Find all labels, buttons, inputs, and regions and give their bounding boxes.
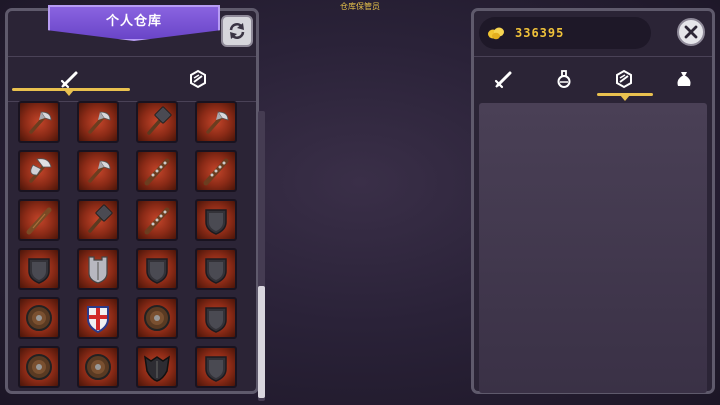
tab-weapons[interactable] [474, 57, 534, 101]
round-shield-icon [85, 354, 111, 380]
hammer-icon [88, 204, 113, 233]
winged-shield-icon [144, 355, 170, 382]
item-slot[interactable] [195, 346, 237, 388]
item-slot[interactable] [195, 101, 237, 143]
round-shield-icon [26, 305, 52, 331]
item-slot[interactable] [18, 346, 60, 388]
scroll-thumb[interactable] [258, 286, 265, 398]
category-tabs [8, 56, 256, 102]
item-slot[interactable] [136, 297, 178, 339]
active-tab-caret [620, 95, 630, 101]
bag-icon [677, 72, 691, 86]
item-slot[interactable] [18, 150, 60, 192]
shield-icon [205, 209, 227, 235]
spiked-club-icon [203, 158, 229, 186]
scrollbar[interactable] [258, 111, 265, 401]
armor-icon [190, 69, 206, 89]
item-slot[interactable] [77, 297, 119, 339]
item-slot[interactable] [195, 150, 237, 192]
cross-shield-icon [87, 306, 109, 334]
tower-shield-icon [88, 256, 108, 284]
shield-icon [205, 356, 227, 382]
storage-title: 个人仓库 [105, 13, 162, 29]
axe-icon [29, 111, 52, 134]
tab-bag[interactable] [654, 57, 714, 101]
gold-display: 336395 [479, 17, 651, 49]
storage-header: 个人仓库 [8, 5, 256, 56]
double-axe-icon [29, 158, 52, 183]
item-slot[interactable] [136, 199, 178, 241]
item-slot[interactable] [77, 199, 119, 241]
personal-storage-panel: 个人仓库 [5, 5, 265, 401]
item-slot[interactable] [18, 297, 60, 339]
gold-amount: 336395 [515, 26, 565, 40]
axe-icon [88, 160, 111, 183]
tab-potions[interactable] [534, 57, 594, 101]
title-banner: 个人仓库 [48, 5, 220, 41]
round-shield-icon [26, 354, 52, 380]
item-slot[interactable] [77, 101, 119, 143]
item-slot[interactable] [195, 199, 237, 241]
club-icon [26, 207, 52, 235]
tab-armor[interactable] [168, 57, 228, 101]
shield-icon [205, 307, 227, 333]
item-slot[interactable] [18, 248, 60, 290]
hammer-icon [147, 106, 172, 135]
item-slot[interactable] [136, 150, 178, 192]
sword-icon [60, 71, 78, 89]
item-slot[interactable] [18, 199, 60, 241]
round-shield-icon [144, 305, 170, 331]
item-slot[interactable] [77, 150, 119, 192]
spiked-club-icon [144, 207, 170, 235]
item-slot[interactable] [18, 101, 60, 143]
shield-icon [146, 258, 168, 284]
armor-icon [616, 69, 632, 89]
axe-icon [88, 111, 111, 134]
item-slot[interactable] [77, 248, 119, 290]
backpack-tabs [474, 56, 714, 101]
active-tab-caret [64, 90, 74, 96]
shield-icon [28, 258, 50, 284]
potion-icon [557, 70, 571, 88]
item-slot[interactable] [136, 101, 178, 143]
spiked-club-icon [144, 158, 170, 186]
item-slot[interactable] [136, 248, 178, 290]
item-slot[interactable] [195, 297, 237, 339]
refresh-icon [229, 23, 245, 39]
close-button[interactable] [677, 18, 705, 46]
backpack-item-area[interactable] [479, 103, 707, 393]
gold-coins-icon [488, 27, 504, 40]
close-icon [684, 25, 698, 39]
backpack-panel: 336395 [471, 8, 715, 394]
item-slot[interactable] [136, 346, 178, 388]
shield-icon [205, 258, 227, 284]
refresh-button[interactable] [221, 15, 253, 47]
axe-icon [206, 111, 229, 134]
sword-icon [494, 71, 512, 89]
item-grid-scroll[interactable] [18, 101, 248, 391]
item-grid [18, 101, 248, 388]
item-slot[interactable] [77, 346, 119, 388]
item-slot[interactable] [195, 248, 237, 290]
